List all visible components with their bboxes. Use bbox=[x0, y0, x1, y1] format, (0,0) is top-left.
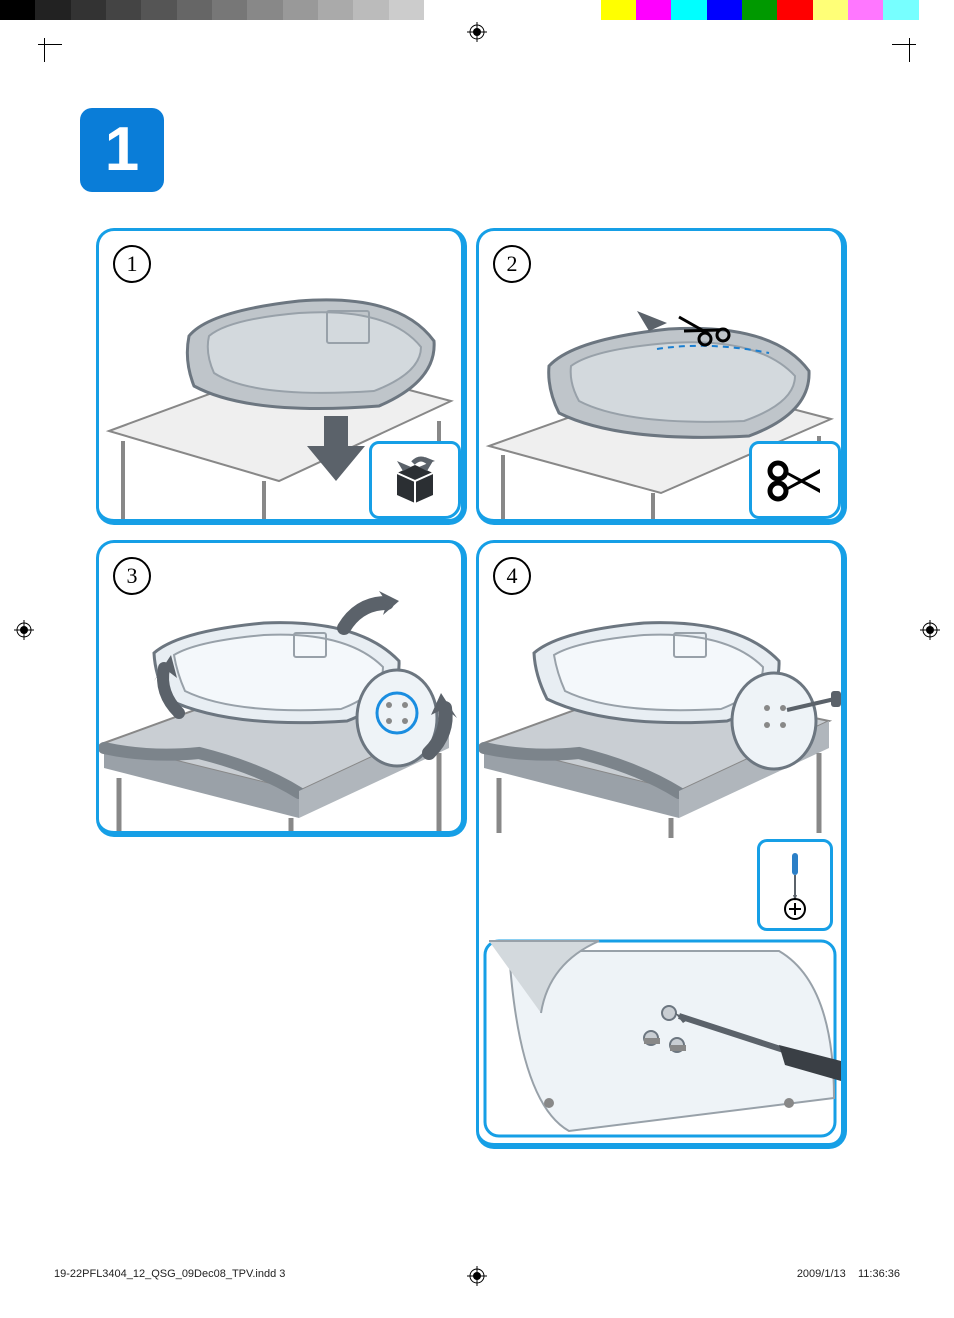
crop-mark bbox=[909, 38, 910, 62]
action-box-screwdriver bbox=[757, 839, 833, 931]
page-content: 1 1 bbox=[60, 80, 894, 1260]
crop-mark bbox=[892, 44, 916, 45]
footer-time: 11:36:36 bbox=[858, 1268, 900, 1280]
registration-mark-right bbox=[920, 620, 940, 640]
print-footer: 19-22PFL3404_12_QSG_09Dec08_TPV.indd 3 2… bbox=[54, 1268, 900, 1280]
registration-mark-left bbox=[14, 620, 34, 640]
step-number: 2 bbox=[493, 245, 531, 283]
footer-filename: 19-22PFL3404_12_QSG_09Dec08_TPV.indd 3 bbox=[54, 1268, 285, 1280]
action-box-unbox bbox=[369, 441, 461, 519]
step-panel-3: 3 bbox=[96, 540, 467, 837]
section-number-badge: 1 bbox=[80, 108, 164, 192]
crop-mark bbox=[38, 44, 62, 45]
footer-date: 2009/1/13 bbox=[797, 1268, 846, 1280]
step-number: 3 bbox=[113, 557, 151, 595]
step-panel-2: 2 bbox=[476, 228, 847, 525]
scissors-icon bbox=[764, 455, 826, 505]
registration-mark-top bbox=[467, 22, 487, 42]
crop-mark bbox=[44, 38, 45, 62]
action-box-scissors bbox=[749, 441, 841, 519]
step-panel-1: 1 bbox=[96, 228, 467, 525]
step-number: 4 bbox=[493, 557, 531, 595]
step-number: 1 bbox=[113, 245, 151, 283]
unbox-icon bbox=[385, 453, 445, 508]
screwdriver-icon bbox=[770, 849, 820, 921]
step-panel-4: 4 bbox=[476, 540, 847, 1149]
illustration-attach-stand bbox=[99, 543, 461, 831]
print-color-bar bbox=[0, 0, 954, 20]
